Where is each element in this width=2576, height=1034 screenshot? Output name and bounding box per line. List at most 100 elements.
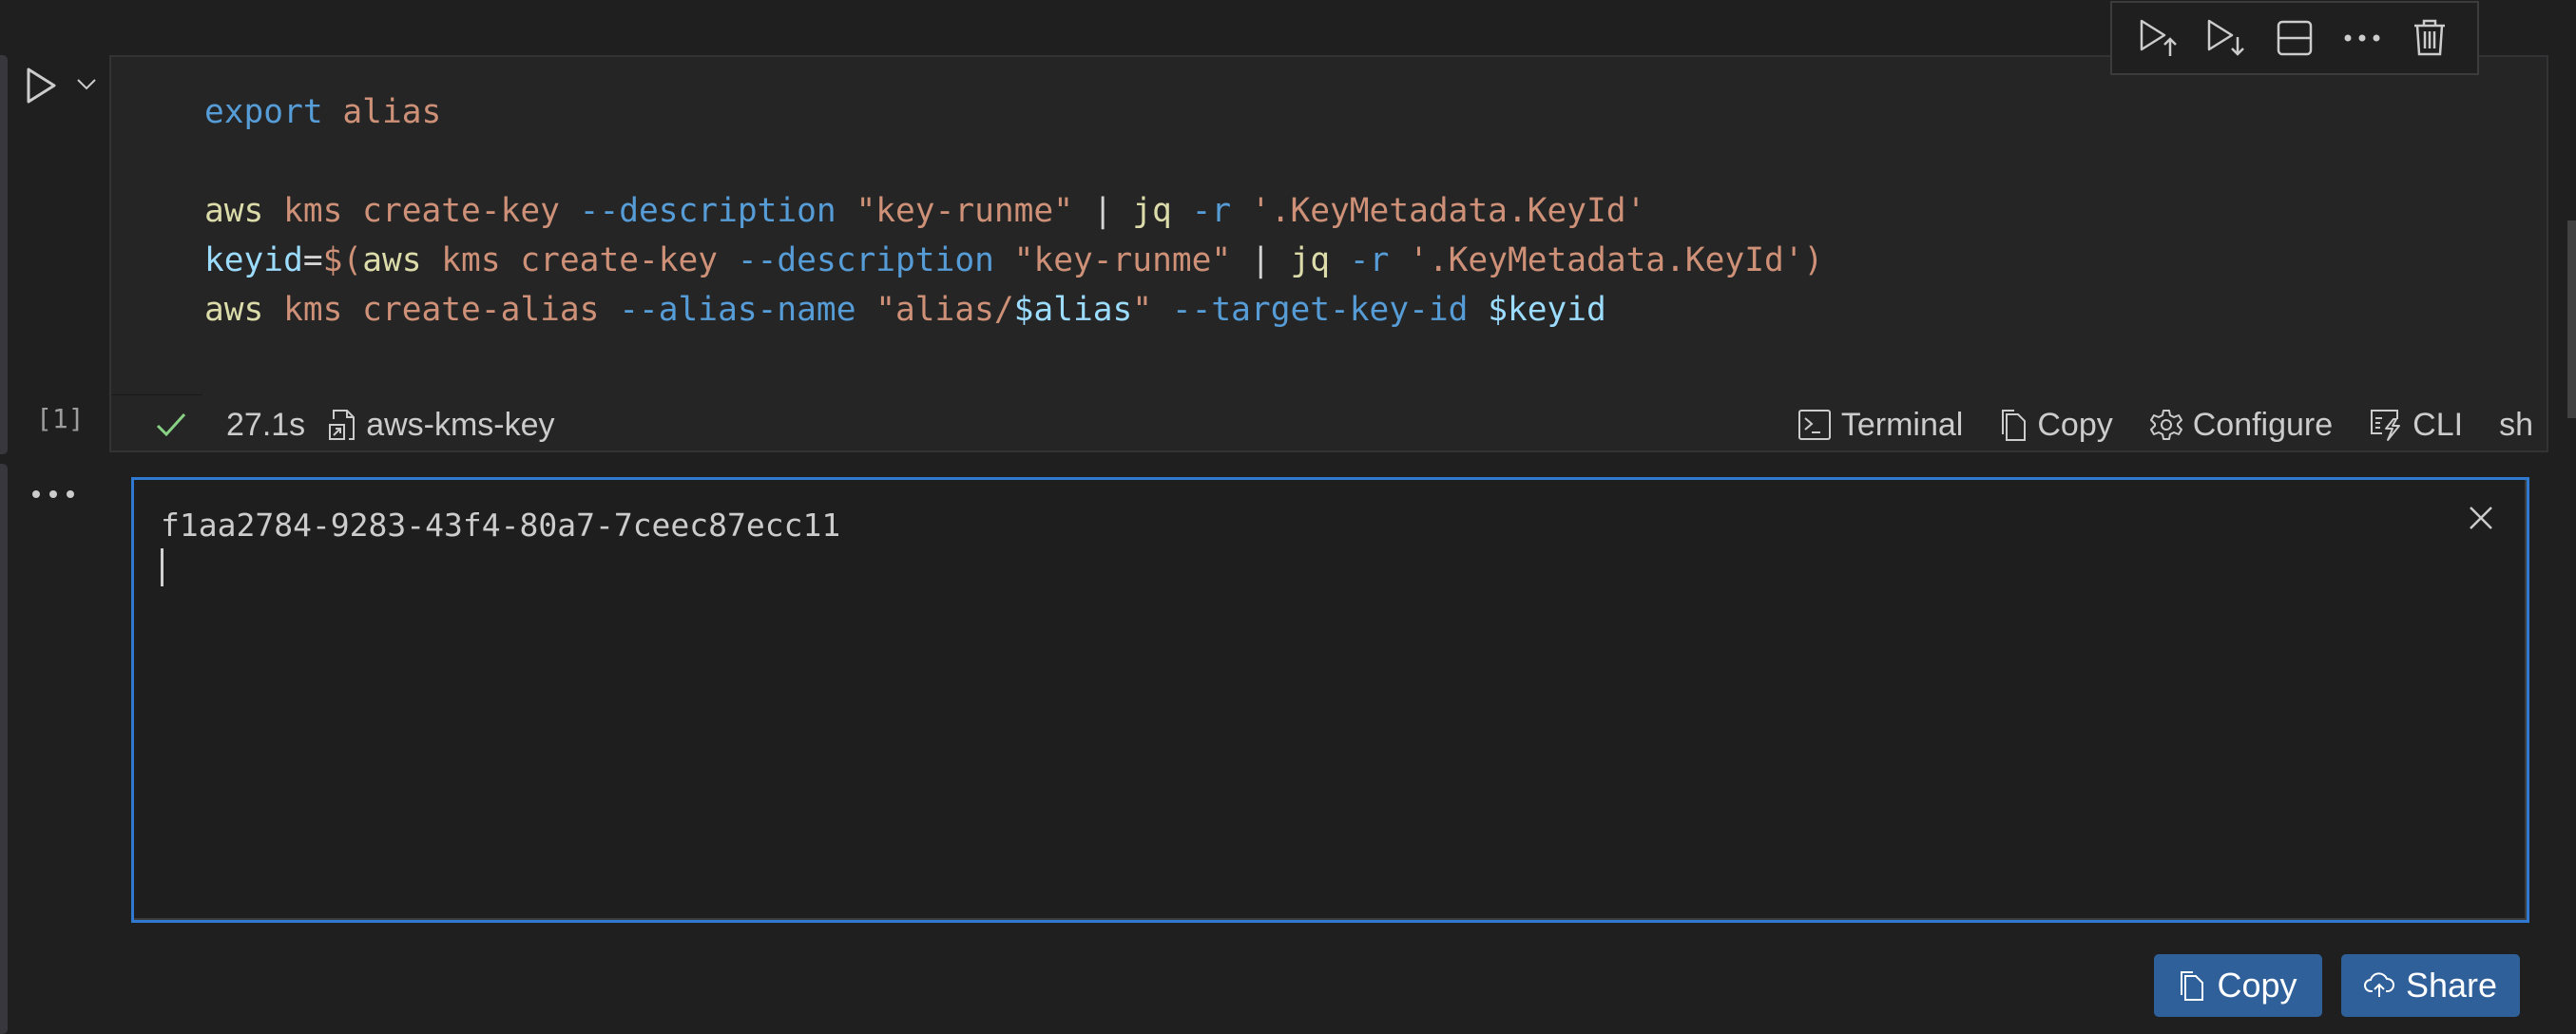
split-cell-icon — [2277, 20, 2313, 56]
code-editor[interactable]: export alias aws kms create-key --descri… — [204, 87, 1823, 335]
code-token: $( — [322, 241, 363, 279]
code-token: '.KeyMetadata.KeyId' — [1250, 192, 1646, 230]
output-actions-button[interactable] — [32, 485, 74, 504]
code-token: = — [302, 241, 323, 279]
code-token: $alias — [1013, 291, 1133, 329]
cell-name-label: aws-kms-key — [366, 406, 555, 443]
code-token: | — [1072, 192, 1133, 230]
code-cell[interactable]: export alias aws kms create-key --descri… — [109, 55, 2548, 452]
code-token: '.KeyMetadata.KeyId') — [1409, 241, 1824, 279]
open-terminal-button[interactable]: Terminal — [1797, 407, 1963, 444]
cloud-upload-icon — [2363, 972, 2394, 997]
code-token: --alias-name — [619, 291, 856, 329]
code-token: keyid — [204, 241, 303, 279]
code-token: | — [1231, 241, 1291, 279]
code-token: --description — [737, 241, 994, 279]
close-output-button[interactable] — [2462, 499, 2500, 537]
dot-icon — [67, 490, 74, 498]
code-token: export — [204, 93, 323, 131]
configure-cell-button[interactable]: Configure — [2149, 407, 2333, 444]
file-link-icon — [329, 410, 356, 440]
dot-icon — [49, 490, 57, 498]
execute-above-button[interactable] — [2133, 11, 2186, 65]
code-token: kms create-alias — [283, 291, 600, 329]
code-token: aws — [204, 192, 264, 230]
code-token: aws — [362, 241, 422, 279]
code-token: jq — [1290, 241, 1331, 279]
share-output-button[interactable]: Share — [2341, 954, 2520, 1017]
terminal-cursor — [161, 548, 163, 586]
trash-icon — [2414, 19, 2446, 56]
code-line: aws kms create-alias --alias-name "alias… — [204, 285, 1823, 335]
cli-lightning-icon — [2371, 410, 2401, 441]
code-token: "key-runme" — [855, 192, 1073, 230]
vertical-scrollbar[interactable] — [2567, 220, 2576, 418]
execute-below-icon — [2207, 19, 2244, 56]
cli-button[interactable]: CLI — [2369, 407, 2463, 444]
execution-count: [1] — [36, 403, 85, 434]
cell-name[interactable]: aws-kms-key — [328, 406, 555, 444]
copy-icon — [2181, 971, 2204, 1001]
copy-icon — [2002, 410, 2027, 441]
code-token: "key-runme" — [1013, 241, 1232, 279]
code-token: -r — [1349, 241, 1390, 279]
language-selector[interactable]: sh — [2499, 407, 2533, 444]
code-token: --target-key-id — [1171, 291, 1469, 329]
execute-above-icon — [2140, 19, 2177, 56]
code-token: $keyid — [1488, 291, 1606, 329]
dot-icon — [32, 490, 40, 498]
run-options-dropdown[interactable] — [72, 70, 101, 99]
code-token: --description — [579, 192, 836, 230]
cell-toolbar — [2110, 1, 2479, 75]
close-icon — [2470, 507, 2492, 529]
delete-cell-button[interactable] — [2403, 11, 2456, 65]
more-actions-button[interactable] — [2336, 11, 2389, 65]
chevron-down-icon — [77, 79, 96, 90]
copy-cell-button[interactable]: Copy — [1999, 407, 2113, 444]
code-line: aws kms create-key --description "key-ru… — [204, 186, 1823, 236]
play-icon — [27, 67, 56, 104]
cell-status-bar: 27.1s aws-kms-key Terminal Copy Configur… — [111, 397, 2547, 452]
code-token: "alias/ — [875, 291, 1014, 329]
execute-below-button[interactable] — [2201, 11, 2254, 65]
code-token: jq — [1132, 192, 1172, 230]
cell-focus-indicator — [0, 55, 8, 454]
run-cell-button[interactable] — [23, 65, 61, 106]
execution-status — [154, 411, 198, 439]
gear-icon — [2149, 410, 2182, 440]
code-token: kms create-key — [441, 241, 719, 279]
output-text: f1aa2784-9283-43f4-80a7-7ceec87ecc11 — [161, 507, 841, 544]
code-line: export alias — [204, 87, 1823, 137]
split-cell-button[interactable] — [2268, 11, 2321, 65]
output-terminal[interactable]: f1aa2784-9283-43f4-80a7-7ceec87ecc11 — [131, 477, 2529, 923]
output-focus-indicator — [0, 464, 8, 1034]
terminal-icon — [1797, 410, 1831, 440]
more-icon — [2344, 34, 2380, 42]
code-token: " — [1132, 291, 1153, 329]
copy-output-button[interactable]: Copy — [2154, 954, 2322, 1017]
code-token: -r — [1191, 192, 1232, 230]
check-icon — [156, 412, 186, 437]
execution-duration: 27.1s — [226, 406, 306, 443]
code-token: alias — [342, 93, 442, 131]
code-line: keyid=$(aws kms create-key --description… — [204, 236, 1823, 285]
execution-divider — [111, 394, 202, 395]
code-token: kms create-key — [283, 192, 560, 230]
